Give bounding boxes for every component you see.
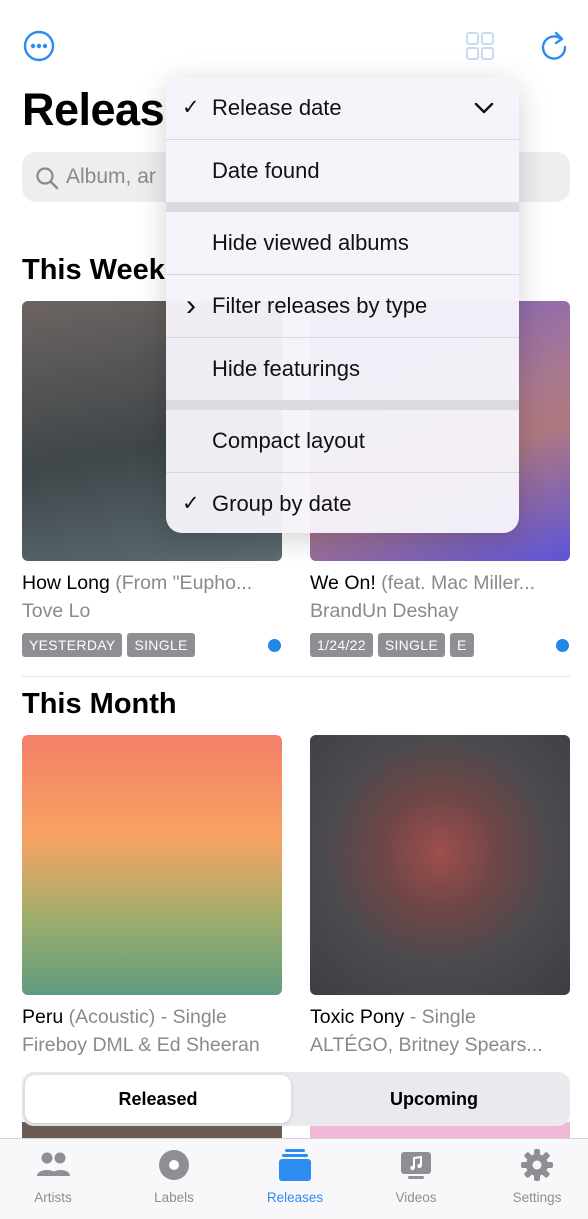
menu-item-label: Hide featurings	[212, 356, 360, 381]
album-title[interactable]: How Long (From "Eupho...	[22, 572, 284, 595]
menu-item-label: Release date	[212, 95, 342, 120]
menu-item-label: Compact layout	[212, 428, 365, 453]
ellipsis-circle-icon	[23, 30, 55, 62]
menu-group-gap	[166, 202, 519, 212]
gear-icon	[521, 1149, 553, 1181]
type-badge: SINGLE	[127, 633, 195, 657]
section-divider	[22, 676, 570, 677]
music-video-icon	[401, 1152, 431, 1179]
grid-icon	[466, 32, 494, 60]
album-title[interactable]: Toxic Pony - Single	[310, 1006, 572, 1029]
menu-item-label: Hide viewed albums	[212, 230, 409, 255]
tab-bar: Artists Labels Releases Videos Settings	[0, 1138, 588, 1219]
menu-item-label: Filter releases by type	[212, 293, 428, 318]
section-title-this-week: This Week	[22, 254, 165, 286]
tab-label: Videos	[395, 1190, 437, 1205]
grid-view-button[interactable]	[462, 28, 498, 64]
refresh-icon	[541, 31, 567, 60]
search-input[interactable]: Album, ar	[66, 165, 166, 189]
tab-settings[interactable]: Settings	[482, 1139, 588, 1219]
refresh-button[interactable]	[536, 28, 572, 64]
chevron-right-icon: ›	[186, 289, 196, 322]
search-icon	[36, 167, 59, 190]
album-cover[interactable]	[310, 735, 570, 995]
explicit-badge: E	[449, 633, 474, 657]
stack-icon	[279, 1149, 311, 1181]
page-title: Releas	[22, 84, 165, 135]
menu-item-label: Date found	[212, 158, 320, 183]
menu-item-compact-layout[interactable]: Compact layout	[166, 410, 519, 472]
album-artist[interactable]: Tove Lo	[22, 600, 284, 623]
tab-label: Releases	[266, 1190, 324, 1205]
tab-labels[interactable]: Labels	[119, 1139, 229, 1219]
segment-released[interactable]: Released	[25, 1075, 291, 1123]
menu-item-hide-featurings[interactable]: Hide featurings	[166, 338, 519, 400]
badge-row: YESTERDAY SINGLE	[22, 633, 195, 657]
menu-item-date-found[interactable]: Date found	[166, 140, 519, 202]
menu-item-hide-viewed[interactable]: Hide viewed albums	[166, 212, 519, 274]
badge-row: 1/24/22 SINGLE E	[310, 633, 474, 657]
checkmark-icon: ✓	[182, 96, 200, 119]
type-badge: SINGLE	[377, 633, 445, 657]
chevron-down-icon	[474, 102, 494, 114]
segment-upcoming[interactable]: Upcoming	[301, 1075, 567, 1123]
menu-item-filter-by-type[interactable]: › Filter releases by type	[166, 275, 519, 337]
section-title-this-month: This Month	[22, 688, 177, 720]
album-title[interactable]: Peru (Acoustic) - Single	[22, 1006, 284, 1029]
tab-releases[interactable]: Releases	[240, 1139, 350, 1219]
unviewed-dot	[268, 639, 281, 652]
unviewed-dot	[556, 639, 569, 652]
album-artist[interactable]: ALTÉGO, Britney Spears...	[310, 1034, 572, 1057]
tab-videos[interactable]: Videos	[361, 1139, 471, 1219]
album-title[interactable]: We On! (feat. Mac Miller...	[310, 572, 572, 595]
menu-group-gap	[166, 400, 519, 410]
tab-label: Settings	[512, 1190, 562, 1205]
record-icon	[159, 1150, 189, 1180]
album-cover[interactable]	[22, 735, 282, 995]
tab-label: Artists	[34, 1190, 72, 1205]
menu-item-label: Group by date	[212, 491, 352, 516]
date-badge: YESTERDAY	[22, 633, 123, 657]
menu-item-group-by-date[interactable]: ✓ Group by date	[166, 473, 519, 533]
checkmark-icon: ✓	[182, 492, 200, 515]
sort-filter-menu: ✓ Release date Date found Hide viewed al…	[166, 77, 519, 533]
album-artist[interactable]: BrandUn Deshay	[310, 600, 572, 623]
tab-label: Labels	[154, 1190, 194, 1205]
album-artist[interactable]: Fireboy DML & Ed Sheeran	[22, 1034, 284, 1057]
tab-artists[interactable]: Artists	[0, 1139, 108, 1219]
more-button[interactable]	[21, 28, 57, 64]
people-icon	[37, 1152, 70, 1176]
menu-item-release-date[interactable]: ✓ Release date	[166, 77, 519, 139]
released-upcoming-segmented-control: Released Upcoming	[22, 1072, 570, 1126]
date-badge: 1/24/22	[310, 633, 373, 657]
